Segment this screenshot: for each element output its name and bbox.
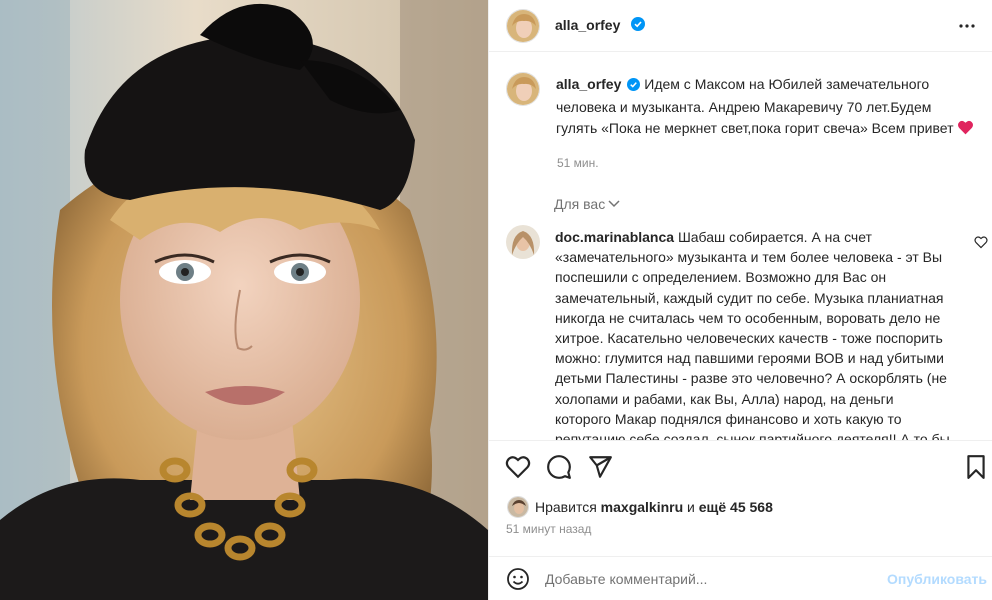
caption-avatar[interactable] <box>506 72 540 106</box>
commenter-username[interactable]: doc.marinablanca <box>555 229 674 245</box>
likes-conj: и <box>687 499 695 515</box>
add-comment-bar: Опубликовать <box>489 556 992 600</box>
comments-list[interactable]: alla_orfey Идем с Максом на Юбилей замеч… <box>489 52 992 440</box>
author-avatar[interactable] <box>506 9 540 43</box>
emoji-smile-icon[interactable] <box>506 567 530 591</box>
liker-username[interactable]: maxgalkinru <box>601 499 683 515</box>
comment-icon[interactable] <box>546 454 572 480</box>
verified-badge-icon <box>627 76 641 97</box>
send-icon[interactable] <box>587 454 613 480</box>
author-username[interactable]: alla_orfey <box>555 17 620 33</box>
likes-count[interactable]: ещё 45 568 <box>699 499 773 515</box>
post-header: alla_orfey <box>489 0 992 52</box>
caption-time: 51 мин. <box>557 156 599 170</box>
caption-username[interactable]: alla_orfey <box>556 76 621 92</box>
heart-icon[interactable] <box>505 454 531 480</box>
bookmark-icon[interactable] <box>963 454 989 480</box>
publish-button[interactable]: Опубликовать <box>887 571 987 587</box>
comment-input[interactable] <box>545 567 875 591</box>
chevron-down-icon <box>608 195 620 211</box>
post-actions <box>489 440 992 492</box>
comment-item: doc.marinablanca Шабаш собирается. А на … <box>555 227 951 440</box>
commenter-avatar[interactable] <box>506 225 540 259</box>
post-timestamp[interactable]: 51 минут назад <box>506 522 591 536</box>
red-heart-emoji-icon <box>957 120 974 141</box>
post-photo[interactable] <box>0 0 488 600</box>
portrait-image <box>0 0 488 600</box>
comment-text: Шабаш собирается. А на счет «замечательн… <box>555 229 950 440</box>
verified-badge-icon <box>631 17 645 36</box>
for-you-label: Для вас <box>554 196 606 212</box>
more-horizontal-icon[interactable] <box>955 14 979 38</box>
comment-heart-icon[interactable] <box>974 235 988 249</box>
for-you-toggle[interactable]: Для вас <box>554 195 620 212</box>
post-caption: alla_orfey Идем с Максом на Юбилей замеч… <box>556 74 976 141</box>
post-side-panel: alla_orfey alla_orfey Идем с Максом на Ю… <box>488 0 992 600</box>
likes-prefix: Нравится <box>535 499 597 515</box>
liker-avatar[interactable] <box>507 496 529 518</box>
